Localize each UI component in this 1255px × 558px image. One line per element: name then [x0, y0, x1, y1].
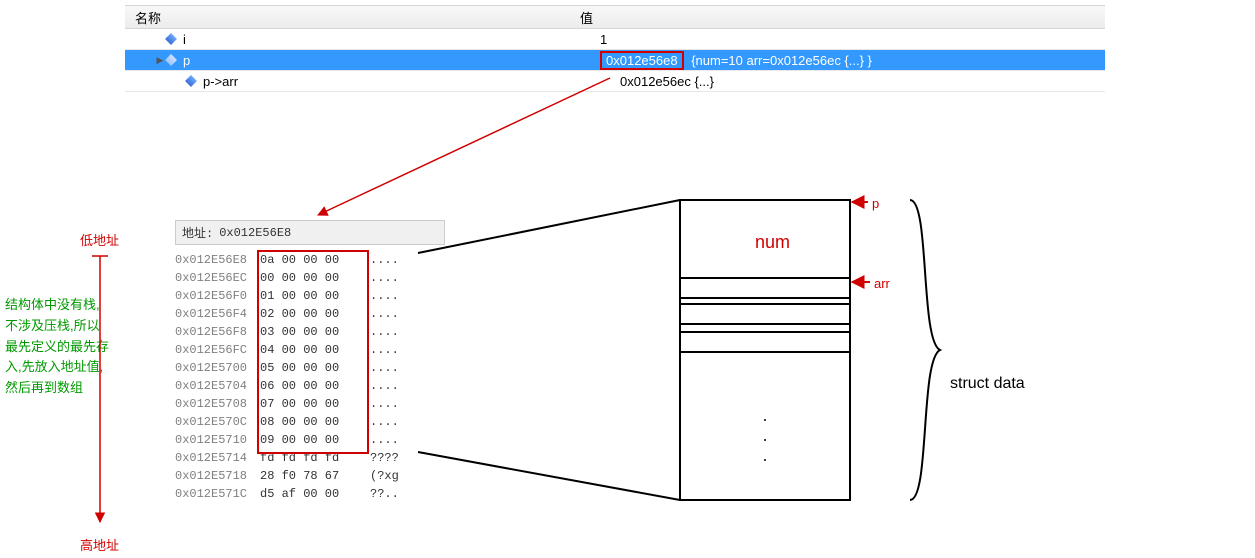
memory-row: 0x012E571009 00 00 00.... [175, 431, 445, 449]
variable-icon [185, 75, 197, 87]
value-extra: {num=10 arr=0x012e56ec {...} } [691, 53, 872, 68]
memory-row: 0x012E5714fd fd fd fd???? [175, 449, 445, 467]
var-value: 1 [600, 32, 1105, 47]
addr-value: 0x012E56E8 [219, 226, 291, 240]
green-explanation: 结构体中没有栈,不涉及压栈,所以最先定义的最先存入,先放入地址值,然后再到数组 [5, 295, 110, 399]
label-p: p [872, 196, 879, 211]
memory-row: 0x012E571Cd5 af 00 00??.. [175, 485, 445, 503]
watch-header: 名称 值 [125, 6, 1105, 29]
high-address-label: 高地址 [80, 535, 119, 554]
watch-row-i[interactable]: i 1 [125, 29, 1105, 50]
memory-row: 0x012E570406 00 00 00.... [175, 377, 445, 395]
memory-row: 0x012E56F001 00 00 00.... [175, 287, 445, 305]
expand-icon[interactable]: ▶ [155, 55, 165, 66]
var-value: 0x012e56ec {...} [620, 74, 1105, 89]
label-arr: arr [874, 276, 890, 291]
memory-row: 0x012E570807 00 00 00.... [175, 395, 445, 413]
label-num: num [755, 232, 790, 253]
watch-row-parr[interactable]: p->arr 0x012e56ec {...} [125, 71, 1105, 92]
var-name: i [183, 32, 186, 47]
memory-panel: 地址: 0x012E56E8 0x012E56E80a 00 00 00....… [175, 220, 445, 503]
addr-label: 地址: [182, 224, 213, 241]
memory-row: 0x012E56F402 00 00 00.... [175, 305, 445, 323]
watch-panel: 名称 值 i 1 ▶ p 0x012e56e8 {num=10 arr=0x01… [125, 5, 1105, 92]
variable-icon [165, 33, 177, 45]
var-name: p->arr [203, 74, 238, 89]
memory-row: 0x012E56E80a 00 00 00.... [175, 251, 445, 269]
memory-row: 0x012E56FC04 00 00 00.... [175, 341, 445, 359]
memory-row: 0x012E56EC00 00 00 00.... [175, 269, 445, 287]
memory-row: 0x012E571828 f0 78 67(?xg [175, 467, 445, 485]
memory-row: 0x012E570C08 00 00 00.... [175, 413, 445, 431]
memory-address-row[interactable]: 地址: 0x012E56E8 [175, 220, 445, 245]
watch-row-p[interactable]: ▶ p 0x012e56e8 {num=10 arr=0x012e56ec {.… [125, 50, 1105, 71]
variable-icon [165, 54, 177, 66]
memory-table: 0x012E56E80a 00 00 00.... 0x012E56EC00 0… [175, 251, 445, 503]
col-value-header[interactable]: 值 [580, 8, 1105, 27]
low-address-label: 低地址 [80, 230, 119, 249]
value-highlight-box: 0x012e56e8 [600, 51, 684, 70]
col-name-header[interactable]: 名称 [125, 8, 580, 27]
var-name: p [183, 53, 190, 68]
memory-row: 0x012E56F803 00 00 00.... [175, 323, 445, 341]
label-struct: struct data [950, 375, 1025, 393]
memory-row: 0x012E570005 00 00 00.... [175, 359, 445, 377]
